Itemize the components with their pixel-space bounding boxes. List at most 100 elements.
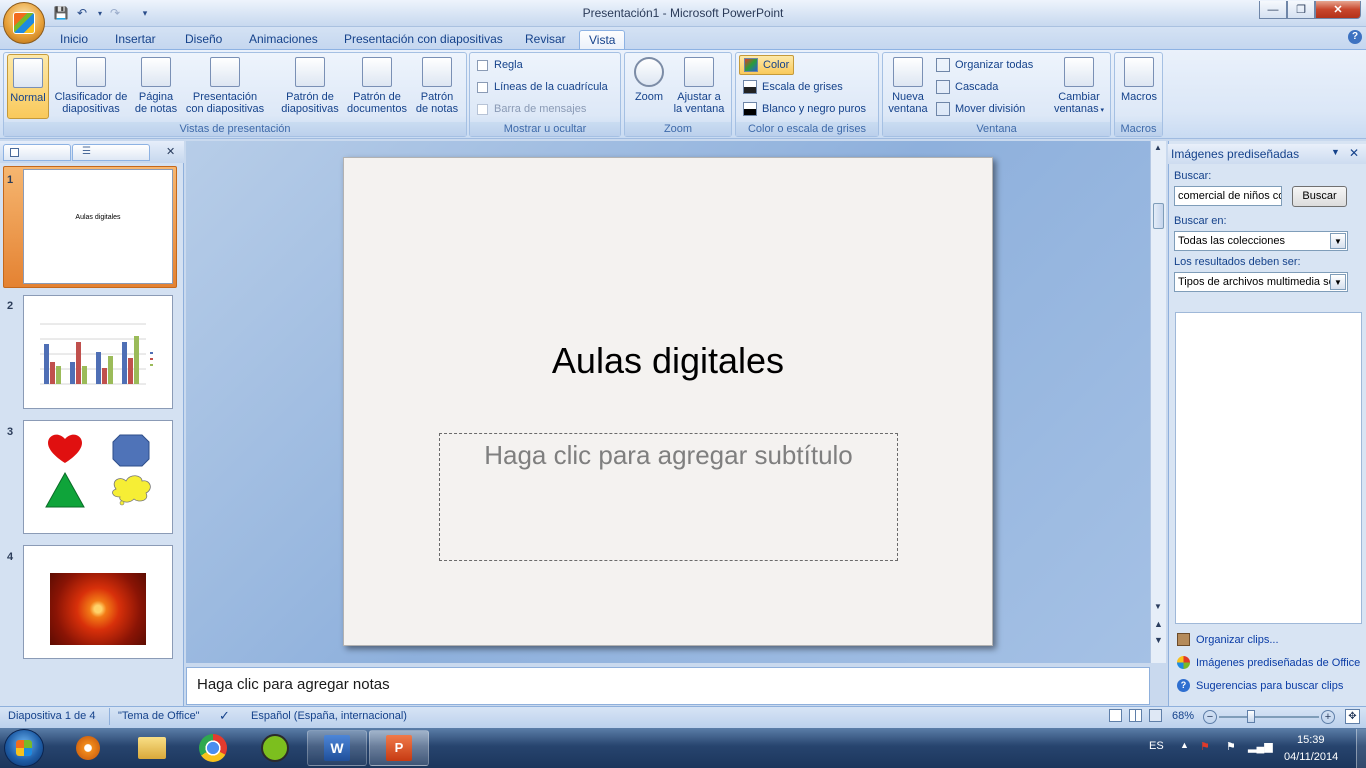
regla-checkbox[interactable]: Regla [477,55,523,75]
lineas-checkbox[interactable]: Líneas de la cuadrícula [477,77,608,97]
notes-page-button[interactable]: Página de notas [133,57,179,115]
results-value: Tipos de archivos multimedia se [1178,276,1335,288]
network-icon[interactable]: ▂▄▆ [1248,740,1273,753]
taskbar-chrome[interactable] [183,730,243,766]
slide-thumb-2[interactable] [23,295,173,409]
barra-label: Barra de mensajes [494,103,587,115]
fit-to-window-icon[interactable]: ✥ [1345,709,1360,724]
fit-window-button[interactable]: Ajustar a la ventana [670,57,728,115]
taskbar-explorer[interactable] [122,730,182,766]
taskbar-powerpoint[interactable]: P [369,730,429,766]
search-tips-link[interactable]: Sugerencias para buscar clips [1196,680,1343,692]
notes-placeholder[interactable]: Haga clic para agregar notas [197,676,390,693]
pane-options-icon[interactable]: ▼ [1331,147,1340,157]
subtitle-placeholder[interactable]: Haga clic para agregar subtítulo [439,440,898,471]
close-button[interactable]: ✕ [1315,1,1361,19]
show-hidden-icons[interactable]: ▲ [1180,740,1189,750]
maximize-button[interactable]: ❐ [1287,1,1315,19]
slide-title[interactable]: Aulas digitales [343,340,993,382]
security-icon[interactable]: ⚑ [1200,740,1210,753]
results-select[interactable]: Tipos de archivos multimedia se ▼ [1174,272,1348,292]
scroll-thumb[interactable] [1153,203,1164,229]
sorter-view-status-icon[interactable] [1129,709,1142,722]
switch-windows-button[interactable]: Cambiar ventanas ▾ [1050,57,1108,117]
slide-sorter-button[interactable]: Clasificador de diapositivas [51,57,131,115]
pane-close-icon[interactable]: ✕ [1349,146,1359,160]
results-area[interactable] [1175,312,1362,624]
group-macros-label: Macros [1115,122,1162,136]
chevron-down-icon[interactable]: ▼ [1330,274,1346,290]
zoom-slider[interactable] [1219,716,1319,718]
taskbar-media-player[interactable] [58,730,118,766]
barra-checkbox[interactable]: Barra de mensajes [477,99,586,119]
slide-thumb-4[interactable] [23,545,173,659]
tab-diseno[interactable]: Diseño [176,30,231,50]
tab-inicio[interactable]: Inicio [51,30,97,50]
zoom-out-icon[interactable]: − [1203,710,1217,724]
handout-master-button[interactable]: Patrón de documentos [344,57,410,115]
tab-outline[interactable]: ☰ [72,144,150,161]
tab-vista[interactable]: Vista [579,30,626,50]
minimize-button[interactable]: — [1259,1,1287,19]
language-status[interactable]: Español (España, internacional) [251,710,407,722]
tab-revisar[interactable]: Revisar [516,30,575,50]
previous-slide-icon[interactable]: ▲ [1154,619,1163,629]
taskbar-word[interactable]: W [307,730,367,766]
taskbar-spotify[interactable] [245,730,305,766]
tab-presentacion[interactable]: Presentación con diapositivas [335,30,512,50]
zoom-button[interactable]: Zoom [630,57,668,103]
scroll-down-icon[interactable]: ▼ [1154,602,1162,611]
scroll-up-icon[interactable]: ▲ [1154,143,1162,152]
notes-master-label-1: Patrón [420,91,454,103]
normal-view-status-icon[interactable] [1109,709,1122,722]
normal-view-button[interactable]: Normal [7,54,49,119]
handout-master-label-1: Patrón de [353,91,401,103]
chevron-down-icon[interactable]: ▼ [1330,233,1346,249]
slide-thumb-1-title: Aulas digitales [75,214,121,221]
show-desktop-button[interactable] [1356,729,1366,768]
close-panel-icon[interactable]: ✕ [166,145,175,158]
fit-window-label-2: la ventana [673,103,725,115]
search-input[interactable]: comercial de niños co [1174,186,1282,206]
office-logo-icon [13,12,35,34]
office-clipart-link[interactable]: Imágenes prediseñadas de Office [1196,657,1366,669]
slideshow-status-icon[interactable] [1149,709,1162,722]
slide-master-button[interactable]: Patrón de diapositivas [278,57,342,115]
organize-clips-link[interactable]: Organizar clips... [1196,634,1279,646]
slide-thumb-1[interactable] [23,169,173,284]
clip-art-pane-title: Imágenes prediseñadas [1171,147,1300,161]
search-in-select[interactable]: Todas las colecciones ▼ [1174,231,1348,251]
next-slide-icon[interactable]: ▼ [1154,635,1163,645]
color-button[interactable]: Color [739,55,795,75]
input-language[interactable]: ES [1149,740,1164,752]
spellcheck-icon[interactable]: ✓ [219,708,230,724]
tab-insertar[interactable]: Insertar [106,30,165,50]
zoom-level[interactable]: 68% [1172,710,1194,722]
grayscale-button[interactable]: Escala de grises [743,77,843,97]
black-white-label: Blanco y negro puros [762,103,866,115]
slide-thumb-3[interactable] [23,420,173,534]
lineas-check-icon [477,81,488,93]
slideshow-button[interactable]: Presentación con diapositivas [182,57,268,115]
action-center-icon[interactable]: ⚑ [1226,740,1236,753]
clock-time[interactable]: 15:39 [1297,734,1325,746]
search-button[interactable]: Buscar [1292,186,1347,207]
zoom-slider-thumb[interactable] [1247,710,1255,723]
macros-button[interactable]: Macros [1117,57,1161,103]
current-slide[interactable] [343,157,993,646]
move-split-button[interactable]: Mover división [936,99,1025,119]
office-button[interactable] [3,2,45,44]
powerpoint-icon: P [386,735,412,761]
clock-date[interactable]: 04/11/2014 [1284,751,1338,763]
zoom-in-icon[interactable]: + [1321,710,1335,724]
help-icon[interactable]: ? [1348,30,1362,44]
cascade-button[interactable]: Cascada [936,77,998,97]
new-window-button[interactable]: Nueva ventana [886,57,930,115]
vertical-scrollbar[interactable]: ▲ ▼ ▲ ▼ [1150,141,1166,663]
notes-master-button[interactable]: Patrón de notas [412,57,462,115]
start-button[interactable] [4,729,44,767]
tab-animaciones[interactable]: Animaciones [240,30,327,50]
tab-slides[interactable] [3,144,71,161]
arrange-all-button[interactable]: Organizar todas [936,55,1033,75]
black-white-button[interactable]: Blanco y negro puros [743,99,866,119]
